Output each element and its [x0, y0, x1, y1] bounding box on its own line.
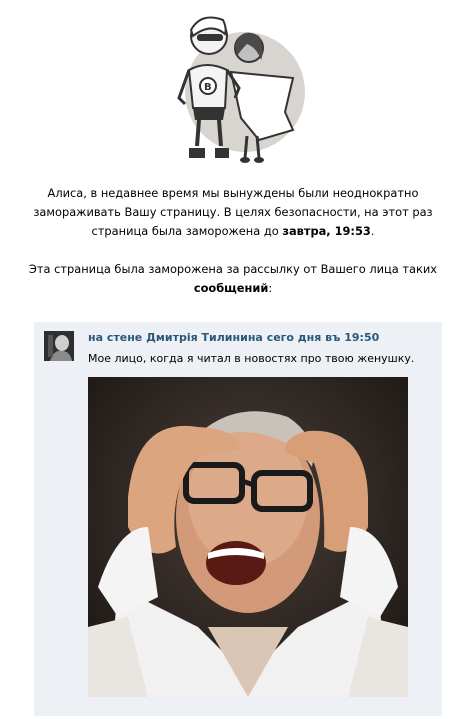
notice-line-3-text: страница была заморожена до [91, 224, 283, 238]
post-header: на стене Дмитрія Тилинина сего дня въ 19… [88, 331, 379, 344]
reason-messages: сообщений [193, 281, 269, 295]
notice-line-3-end: . [370, 224, 375, 238]
notice-line-3: страница была заморожена до завтра, 19:5… [20, 222, 446, 241]
notice-line-1: Алиса, в недавнее время мы вынуждены был… [47, 186, 419, 200]
notice-line-2: замораживать Вашу страницу. В целях безо… [33, 205, 433, 219]
wall-post: на стене Дмитрія Тилинина сего дня въ 19… [34, 322, 442, 716]
avatar[interactable] [44, 331, 74, 361]
reason-line-2: сообщений: [20, 279, 446, 298]
post-photo[interactable] [88, 377, 408, 697]
laughing-man-photo-icon [88, 377, 408, 697]
avatar-photo-icon [44, 331, 74, 361]
svg-text:B: B [204, 82, 212, 93]
reason-colon: : [268, 281, 273, 295]
post-text: Мое лицо, когда я читал в новостях про т… [88, 352, 415, 365]
post-time-link[interactable]: сего дня въ 19:50 [267, 331, 380, 344]
reason-line-1: Эта страница была заморожена за рассылку… [28, 262, 438, 276]
freeze-until: завтра, 19:53 [282, 224, 371, 238]
wall-owner-link[interactable]: Дмитрія Тилинина [146, 331, 263, 344]
freeze-notice: Алиса, в недавнее время мы вынуждены был… [20, 184, 446, 298]
superhero-couple-icon: B [177, 16, 305, 163]
superhero-illustration: B [161, 8, 309, 168]
post-header-prefix[interactable]: на стене [88, 331, 142, 344]
